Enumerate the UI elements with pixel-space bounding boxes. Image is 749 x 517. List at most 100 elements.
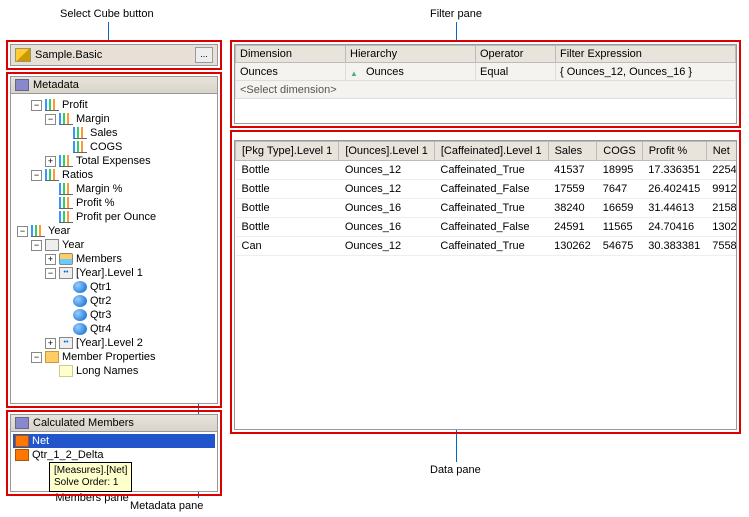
- expand-toggle[interactable]: +: [45, 254, 56, 265]
- filter-header-operator[interactable]: Operator: [476, 46, 556, 63]
- filter-cell-hierarchy[interactable]: Ounces: [346, 63, 476, 81]
- tree-node-profit-pct[interactable]: Profit %: [13, 196, 215, 210]
- data-cell-ounces[interactable]: Ounces_12: [339, 161, 435, 180]
- filter-header-dimension[interactable]: Dimension: [236, 46, 346, 63]
- expand-toggle[interactable]: +: [45, 156, 56, 167]
- member-icon: [73, 309, 87, 321]
- data-cell-sales[interactable]: 130262: [548, 237, 597, 256]
- tree-node-qtr4[interactable]: Qtr4: [13, 322, 215, 336]
- tree-node-ratios[interactable]: − Ratios: [13, 168, 215, 182]
- calc-member-tooltip: [Measures].[Net] Solve Order: 1: [49, 462, 132, 492]
- collapse-toggle[interactable]: −: [31, 240, 42, 251]
- data-cell-net[interactable]: 75587: [706, 237, 737, 256]
- tree-node-qtr3[interactable]: Qtr3: [13, 308, 215, 322]
- tree-node-year-level1[interactable]: −••[Year].Level 1: [13, 266, 215, 280]
- collapse-toggle[interactable]: −: [31, 352, 42, 363]
- data-cell-ounces[interactable]: Ounces_16: [339, 218, 435, 237]
- calc-member-qtr-delta[interactable]: Qtr_1_2_Delta: [13, 448, 215, 462]
- data-cell-net[interactable]: 9912: [706, 180, 737, 199]
- filter-row[interactable]: Ounces Ounces Equal { Ounces_12, Ounces_…: [236, 63, 736, 81]
- data-cell-ounces[interactable]: Ounces_12: [339, 180, 435, 199]
- data-cell-caff[interactable]: Caffeinated_False: [434, 218, 548, 237]
- data-header-cogs[interactable]: COGS: [597, 142, 642, 161]
- browse-cube-button[interactable]: ...: [195, 47, 213, 63]
- tree-node-year[interactable]: −Year: [13, 224, 215, 238]
- collapse-toggle[interactable]: −: [31, 170, 42, 181]
- data-cell-profit_pct[interactable]: 17.336351: [642, 161, 706, 180]
- data-cell-profit_pct[interactable]: 31.44613: [642, 199, 706, 218]
- data-cell-caff[interactable]: Caffeinated_True: [434, 161, 548, 180]
- filter-cell-operator[interactable]: Equal: [476, 63, 556, 81]
- data-cell-net[interactable]: 21581: [706, 199, 737, 218]
- tree-label: Profit: [62, 99, 88, 111]
- cube-selector[interactable]: Sample.Basic ...: [10, 44, 218, 66]
- filter-cell-dimension[interactable]: Ounces: [236, 63, 346, 81]
- tree-label: Ratios: [62, 169, 93, 181]
- tree-node-long-names[interactable]: Long Names: [13, 364, 215, 378]
- tree-node-member-props[interactable]: −Member Properties: [13, 350, 215, 364]
- expand-toggle[interactable]: +: [45, 338, 56, 349]
- data-row[interactable]: BottleOunces_12Caffeinated_False17559764…: [236, 180, 738, 199]
- data-cell-caff[interactable]: Caffeinated_True: [434, 237, 548, 256]
- tree-node-profit-per-ounce[interactable]: Profit per Ounce: [13, 210, 215, 224]
- data-cell-cogs[interactable]: 11565: [597, 218, 642, 237]
- data-cell-pkg[interactable]: Can: [236, 237, 339, 256]
- data-cell-pkg[interactable]: Bottle: [236, 161, 339, 180]
- data-header-sales[interactable]: Sales: [548, 142, 597, 161]
- tree-node-profit[interactable]: − Profit: [13, 98, 215, 112]
- metadata-tree[interactable]: −Profit −Margin Sales COGS +Total Expens…: [10, 94, 218, 404]
- filter-placeholder[interactable]: <Select dimension>: [236, 81, 736, 99]
- calc-members-pane-header: Calculated Members: [10, 414, 218, 432]
- data-cell-cogs[interactable]: 7647: [597, 180, 642, 199]
- tree-node-sales[interactable]: Sales: [13, 126, 215, 140]
- data-cell-profit_pct[interactable]: 24.70416: [642, 218, 706, 237]
- data-header-caff[interactable]: [Caffeinated].Level 1: [434, 142, 548, 161]
- data-cell-pkg[interactable]: Bottle: [236, 218, 339, 237]
- tree-node-cogs[interactable]: COGS: [13, 140, 215, 154]
- data-cell-pkg[interactable]: Bottle: [236, 180, 339, 199]
- data-cell-caff[interactable]: Caffeinated_False: [434, 180, 548, 199]
- data-cell-cogs[interactable]: 54675: [597, 237, 642, 256]
- tree-node-margin-pct[interactable]: Margin %: [13, 182, 215, 196]
- data-cell-sales[interactable]: 41537: [548, 161, 597, 180]
- collapse-toggle[interactable]: −: [45, 268, 56, 279]
- filter-header-expression[interactable]: Filter Expression: [556, 46, 736, 63]
- data-header-pkg[interactable]: [Pkg Type].Level 1: [236, 142, 339, 161]
- calc-member-net[interactable]: Net: [13, 434, 215, 448]
- tooltip-line: [Measures].[Net]: [54, 465, 127, 477]
- tree-node-total-expenses[interactable]: +Total Expenses: [13, 154, 215, 168]
- tree-node-qtr1[interactable]: Qtr1: [13, 280, 215, 294]
- data-row[interactable]: BottleOunces_12Caffeinated_True415371899…: [236, 161, 738, 180]
- data-cell-profit_pct[interactable]: 30.383381: [642, 237, 706, 256]
- data-cell-net[interactable]: 22542: [706, 161, 737, 180]
- data-header-net[interactable]: Net: [706, 142, 737, 161]
- measure-icon: [59, 211, 73, 223]
- filter-placeholder-row[interactable]: <Select dimension>: [236, 81, 736, 99]
- data-cell-cogs[interactable]: 18995: [597, 161, 642, 180]
- data-header-profit-pct[interactable]: Profit %: [642, 142, 706, 161]
- data-row[interactable]: BottleOunces_16Caffeinated_True382401665…: [236, 199, 738, 218]
- tree-node-qtr2[interactable]: Qtr2: [13, 294, 215, 308]
- data-cell-ounces[interactable]: Ounces_16: [339, 199, 435, 218]
- data-row[interactable]: BottleOunces_16Caffeinated_False24591115…: [236, 218, 738, 237]
- tree-node-margin[interactable]: −Margin: [13, 112, 215, 126]
- filter-cell-expression[interactable]: { Ounces_12, Ounces_16 }: [556, 63, 736, 81]
- data-row[interactable]: CanOunces_12Caffeinated_True130262546753…: [236, 237, 738, 256]
- collapse-toggle[interactable]: −: [45, 114, 56, 125]
- tree-node-year-hier[interactable]: −Year: [13, 238, 215, 252]
- data-cell-ounces[interactable]: Ounces_12: [339, 237, 435, 256]
- tree-node-members[interactable]: +Members: [13, 252, 215, 266]
- tree-node-year-level2[interactable]: +••[Year].Level 2: [13, 336, 215, 350]
- data-header-ounces[interactable]: [Ounces].Level 1: [339, 142, 435, 161]
- filter-header-hierarchy[interactable]: Hierarchy: [346, 46, 476, 63]
- data-cell-profit_pct[interactable]: 26.402415: [642, 180, 706, 199]
- data-cell-caff[interactable]: Caffeinated_True: [434, 199, 548, 218]
- collapse-toggle[interactable]: −: [17, 226, 28, 237]
- data-cell-sales[interactable]: 38240: [548, 199, 597, 218]
- collapse-toggle[interactable]: −: [31, 100, 42, 111]
- data-cell-sales[interactable]: 17559: [548, 180, 597, 199]
- data-cell-pkg[interactable]: Bottle: [236, 199, 339, 218]
- data-cell-net[interactable]: 13026: [706, 218, 737, 237]
- data-cell-sales[interactable]: 24591: [548, 218, 597, 237]
- data-cell-cogs[interactable]: 16659: [597, 199, 642, 218]
